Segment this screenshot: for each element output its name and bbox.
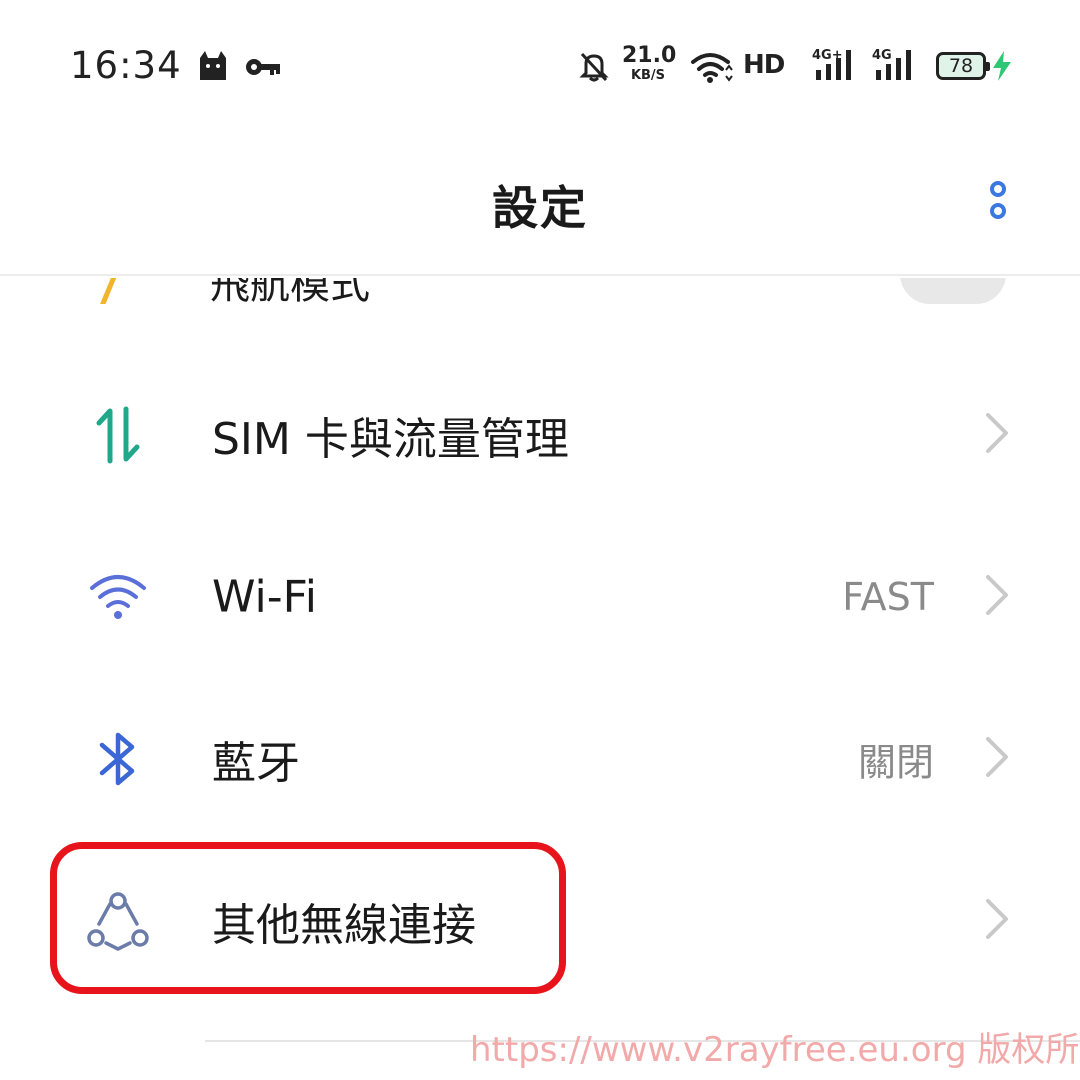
chevron-right-icon <box>984 735 1010 783</box>
signal-icon: 4G <box>872 46 918 86</box>
chevron-right-icon <box>984 573 1010 621</box>
settings-item-label: 飛航模式 <box>210 278 370 304</box>
charging-icon <box>990 50 1014 86</box>
wifi-icon <box>86 565 150 629</box>
settings-item-label: Wi-Fi <box>212 571 317 623</box>
settings-item-label: 藍牙 <box>212 738 300 789</box>
more-options-button[interactable] <box>980 178 1016 228</box>
battery-indicator: 78 <box>936 52 990 80</box>
status-bar: 16:34 21.0 KB/S HD 4G+ 4G 78 <box>0 0 1080 130</box>
page-title: 設定 <box>492 181 588 235</box>
watermark: https://www.v2rayfree.eu.org 版权所有 <box>470 1030 1080 1070</box>
chevron-right-icon <box>984 897 1010 945</box>
svg-text:4G+: 4G+ <box>812 48 843 63</box>
settings-item-value: FAST <box>842 575 934 619</box>
bluetooth-icon <box>86 727 150 791</box>
svg-text:4G: 4G <box>872 48 892 63</box>
sim-data-icon <box>86 403 150 467</box>
signal-icon: 4G+ <box>812 46 858 86</box>
connections-icon <box>86 889 150 953</box>
settings-item-value: 關閉 <box>857 740 934 785</box>
settings-item-wifi[interactable]: Wi-Fi FAST <box>0 516 1080 678</box>
hd-voice-indicator: HD <box>743 50 785 80</box>
app-header: 設定 <box>0 130 1080 276</box>
airplane-mode-toggle[interactable] <box>900 278 1006 304</box>
more-vertical-icon <box>990 181 1006 219</box>
settings-item-bluetooth[interactable]: 藍牙 關閉 <box>0 678 1080 840</box>
settings-item-label: 其他無線連接 <box>212 900 476 951</box>
wifi-status-icon <box>690 50 734 88</box>
settings-item-label: SIM 卡與流量管理 <box>212 414 569 465</box>
vpn-key-icon <box>245 56 281 82</box>
network-speed: 21.0 KB/S <box>622 43 677 83</box>
status-time: 16:34 <box>70 44 182 87</box>
bell-off-icon <box>578 50 610 86</box>
settings-item-sim[interactable]: SIM 卡與流量管理 <box>0 354 1080 516</box>
settings-item-other-wireless[interactable]: 其他無線連接 <box>0 840 1080 1002</box>
chevron-right-icon <box>984 411 1010 459</box>
cat-icon <box>196 50 230 86</box>
airplane-icon <box>96 278 136 304</box>
